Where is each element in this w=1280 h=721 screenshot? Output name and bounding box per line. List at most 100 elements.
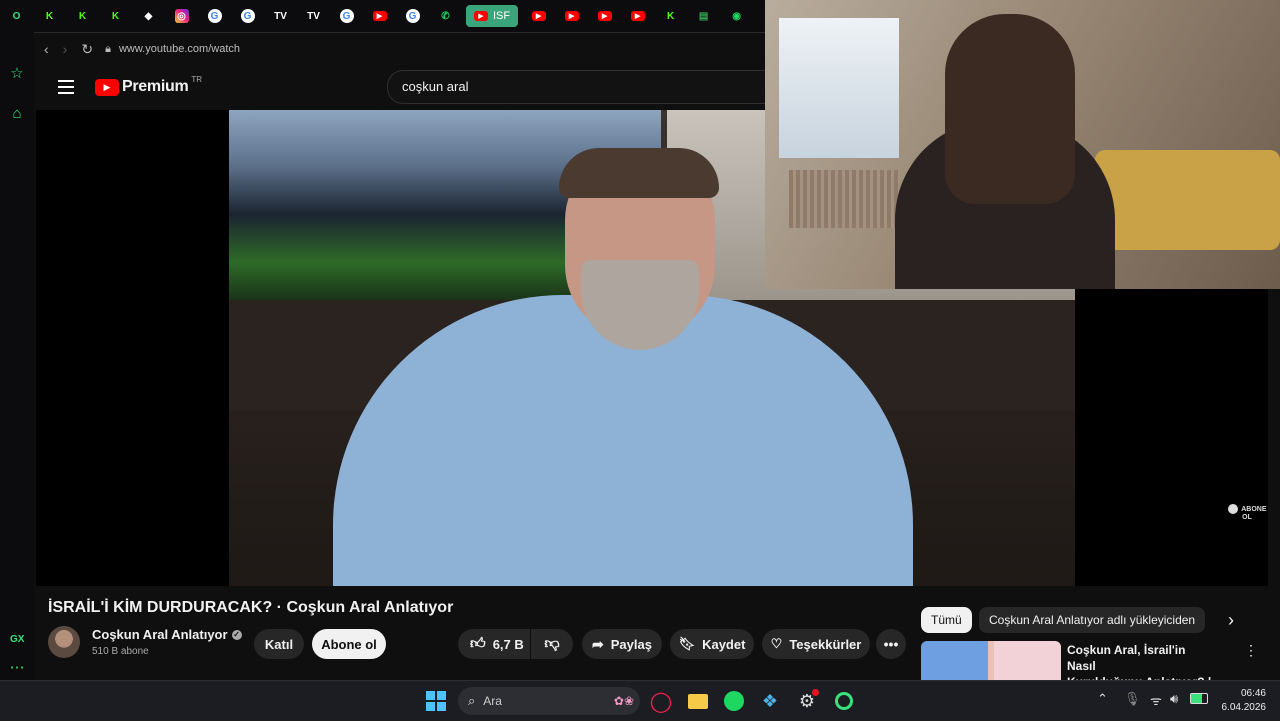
spotify-icon[interactable] xyxy=(722,689,746,713)
spotify-icon: ◉ xyxy=(732,10,741,22)
search-highlight-icon: ✿❀ xyxy=(613,694,634,708)
windows-start-icon[interactable] xyxy=(424,689,448,713)
hamburger-menu-icon[interactable] xyxy=(58,80,74,94)
diamond-icon: ◆ xyxy=(144,10,153,22)
video-title: İSRAİL'İ KİM DURDURACAK? · Coşkun Aral A… xyxy=(48,599,454,616)
tab-google[interactable]: G xyxy=(231,0,264,32)
tray-chevron-icon[interactable]: ⌃ xyxy=(1097,691,1108,707)
channel-name-text: Coşkun Aral Anlatıyor xyxy=(92,627,228,642)
clock[interactable]: 06:46 6.04.2026 xyxy=(1214,687,1267,715)
app-taskbar-icon[interactable] xyxy=(832,689,856,713)
document-icon: ▤ xyxy=(698,10,709,22)
webcam-sofa xyxy=(1095,150,1280,250)
tab-youtube[interactable]: ▶ xyxy=(363,0,396,32)
tab-kick[interactable]: K xyxy=(99,0,132,32)
taskbar-search-box[interactable]: ⌕ Ara ✿❀ xyxy=(458,687,640,715)
tab-kick[interactable]: K xyxy=(66,0,99,32)
tab-active[interactable]: ▶ ISF xyxy=(466,5,519,27)
google-icon: G xyxy=(240,9,255,23)
tab-kick[interactable]: K xyxy=(33,0,66,32)
url-field[interactable]: www.youtube.com/watch xyxy=(119,43,240,55)
tab-spotify[interactable]: ◉ xyxy=(720,0,753,32)
kick-icon: K xyxy=(78,10,87,22)
tab-opera[interactable]: O xyxy=(0,0,33,32)
reload-icon[interactable]: ↻ xyxy=(81,41,93,58)
youtube-logo-icon: ▶ xyxy=(95,78,119,96)
kick-icon: K xyxy=(45,10,54,22)
search-icon: ⌕ xyxy=(468,693,476,708)
search-input[interactable]: coşkun aral xyxy=(402,79,468,94)
channel-name[interactable]: Coşkun Aral Anlatıyor ✓ xyxy=(92,627,242,642)
steam-icon[interactable]: ⚙ xyxy=(795,689,819,713)
tab-diamond[interactable]: ◆ xyxy=(132,0,165,32)
webcam-radiator xyxy=(789,170,899,228)
google-icon: G xyxy=(339,9,354,23)
search-box[interactable]: coşkun aral xyxy=(387,70,766,104)
watermark-icon xyxy=(1227,504,1238,514)
tab-document[interactable]: ▤ xyxy=(687,0,720,32)
gx-label[interactable]: GX xyxy=(10,634,24,645)
bookmark-icon: 🔖︎ xyxy=(678,636,696,651)
youtube-masthead: ▶ Premium TR coşkun aral xyxy=(34,64,766,110)
save-button[interactable]: 🔖︎ Kaydet xyxy=(670,629,754,659)
subscribe-button[interactable]: Abone ol xyxy=(312,629,386,659)
chevron-right-icon[interactable]: › xyxy=(1228,610,1234,631)
opera-gx-taskbar-icon[interactable]: ◯ xyxy=(649,689,673,713)
clock-date: 6.04.2026 xyxy=(1221,702,1267,713)
volume-icon[interactable]: 🔊︎ xyxy=(1170,691,1178,707)
recommended-more-icon[interactable]: ⋮ xyxy=(1244,642,1258,659)
chip-all[interactable]: Tümü xyxy=(921,607,972,633)
kodi-icon[interactable]: ❖ xyxy=(758,689,782,713)
thumbs-up-icon: 👍︎ xyxy=(470,635,486,652)
tab-instagram[interactable]: ◎ xyxy=(165,0,198,32)
file-explorer-icon[interactable] xyxy=(686,689,710,713)
forward-icon[interactable]: › xyxy=(63,41,68,57)
tab-tradingview[interactable]: TV xyxy=(297,0,330,32)
chip-from-uploader-label: Coşkun Aral Anlatıyor adlı yükleyiciden xyxy=(989,613,1196,627)
tab-youtube[interactable]: ▶ xyxy=(555,0,588,32)
google-icon: G xyxy=(405,9,420,23)
kick-icon: K xyxy=(667,10,675,22)
thanks-label: Teşekkürler xyxy=(789,636,862,652)
tab-whatsapp[interactable]: ✆ xyxy=(429,0,462,32)
battery-icon[interactable] xyxy=(1190,693,1208,704)
recommended-thumbnail[interactable] xyxy=(921,641,1061,680)
taskbar-search-placeholder: Ara xyxy=(483,694,502,708)
chip-from-uploader[interactable]: Coşkun Aral Anlatıyor adlı yükleyiciden xyxy=(979,607,1206,633)
microphone-icon: 🎙︎ xyxy=(1124,691,1141,706)
tab-google[interactable]: G xyxy=(198,0,231,32)
youtube-premium-logo[interactable]: ▶ Premium TR xyxy=(95,74,203,96)
more-actions-button[interactable]: ••• xyxy=(876,629,906,659)
join-button[interactable]: Katıl xyxy=(254,629,304,659)
star-icon[interactable]: ☆ xyxy=(8,64,26,82)
like-button[interactable]: 👍︎ 6,7 B xyxy=(458,629,530,659)
tab-google[interactable]: G xyxy=(330,0,363,32)
tab-youtube[interactable]: ▶ xyxy=(621,0,654,32)
subscribe-label: Abone ol xyxy=(321,636,377,652)
youtube-icon: ▶ xyxy=(474,11,488,21)
tab-google[interactable]: G xyxy=(396,0,429,32)
tab-youtube[interactable]: ▶ xyxy=(588,0,621,32)
abone-ol-watermark: ABONE OL xyxy=(1226,504,1268,522)
wifi-icon[interactable]: ᯤ xyxy=(1150,691,1162,709)
thanks-heart-icon: ♡ xyxy=(770,636,783,651)
logo-country: TR xyxy=(191,74,203,84)
tab-youtube[interactable]: ▶ xyxy=(522,0,555,32)
channel-avatar[interactable] xyxy=(48,626,80,658)
thanks-button[interactable]: ♡ Teşekkürler xyxy=(762,629,870,659)
back-icon[interactable]: ‹ xyxy=(44,41,49,57)
dislike-button[interactable]: 👎︎ xyxy=(531,629,573,659)
watermark-text: ABONE OL xyxy=(1241,505,1267,521)
webcam-window xyxy=(779,18,899,158)
whatsapp-icon: ✆ xyxy=(441,10,450,22)
share-button[interactable]: ➦ Paylaş xyxy=(582,629,662,659)
notification-badge xyxy=(812,689,819,696)
like-count: 6,7 B xyxy=(492,636,524,652)
tab-kick[interactable]: K xyxy=(654,0,687,32)
tab-tradingview[interactable]: TV xyxy=(264,0,297,32)
ai-assistant-icon[interactable]: ⌂ xyxy=(8,104,26,122)
recommended-title-line1: Coşkun Aral, İsrail'in Nasıl xyxy=(1067,643,1186,673)
more-icon[interactable]: ⋯ xyxy=(8,658,26,676)
tab-label: ISF xyxy=(493,10,511,22)
thumbs-down-icon: 👎︎ xyxy=(544,635,560,652)
